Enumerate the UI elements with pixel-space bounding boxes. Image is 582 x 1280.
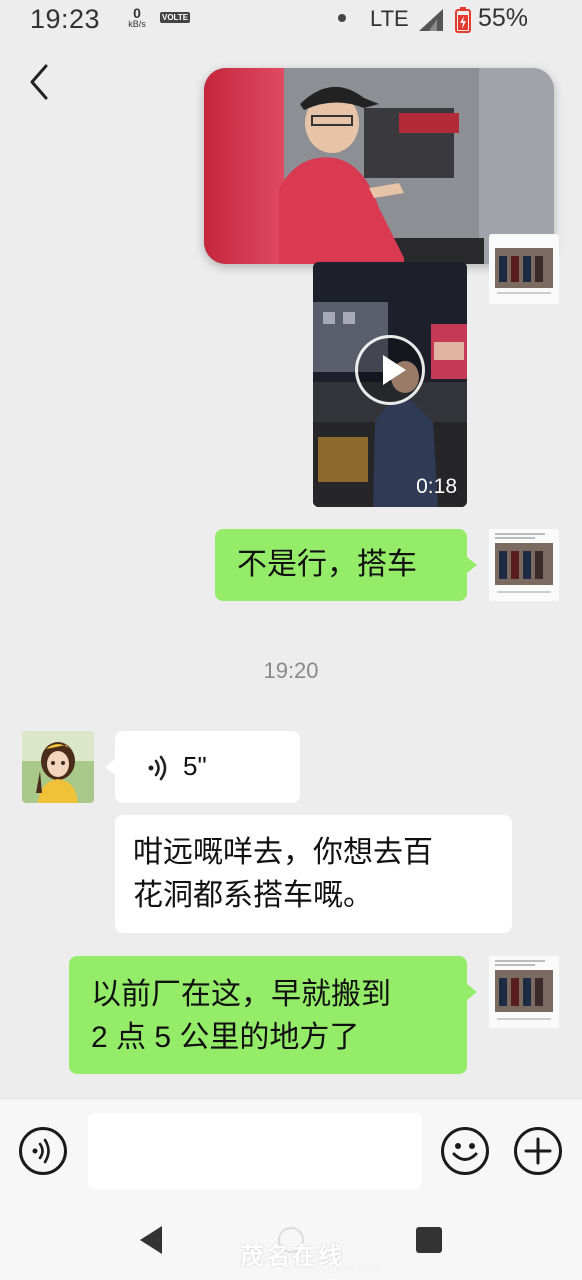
status-bar: 19:23 0 kB/s VOLTE LTE 55% xyxy=(0,0,582,42)
bubble-tail xyxy=(467,984,477,1000)
group-photo-avatar-icon xyxy=(489,234,559,304)
received-message-bubble[interactable]: 咁远嘅咩去，你想去百 花洞都系搭车嘅。 xyxy=(115,815,512,933)
voice-mode-button[interactable] xyxy=(19,1127,67,1175)
message-line: 2 点 5 公里的地方了 xyxy=(91,1021,360,1054)
message-line: 咁远嘅咩去，你想去百 xyxy=(133,836,433,869)
message-text: 不是行，搭车 xyxy=(237,548,417,581)
friend-avatar[interactable] xyxy=(22,731,94,803)
plus-icon xyxy=(524,1137,552,1165)
emoji-button[interactable] xyxy=(441,1127,489,1175)
group-photo-avatar-icon xyxy=(489,956,559,1028)
message-timestamp: 19:20 xyxy=(263,658,319,683)
network-type: LTE xyxy=(370,6,409,31)
my-avatar[interactable] xyxy=(489,234,559,304)
nav-recents-icon[interactable] xyxy=(415,1226,443,1254)
girl-avatar-icon xyxy=(22,731,94,803)
watermark-url: WWW.GDMM.COM xyxy=(283,1264,384,1275)
play-icon xyxy=(383,355,406,385)
status-time: 19:23 xyxy=(30,4,101,34)
net-speed-value: 0 xyxy=(133,5,141,21)
net-speed: 0 kB/s xyxy=(124,6,150,29)
battery-percent: 55% xyxy=(478,4,529,32)
more-button[interactable] xyxy=(514,1127,562,1175)
chat-input-bar xyxy=(0,1098,582,1204)
message-line: 花洞都系搭车嘅。 xyxy=(133,879,373,912)
sent-message-bubble[interactable]: 以前厂在这，早就搬到 2 点 5 公里的地方了 xyxy=(69,956,467,1074)
play-button[interactable] xyxy=(355,335,425,405)
back-arrow-icon[interactable] xyxy=(22,62,58,102)
message-input[interactable] xyxy=(88,1113,422,1189)
volte-badge: VOLTE xyxy=(160,12,191,23)
sent-message-bubble[interactable]: 不是行，搭车 xyxy=(215,529,467,601)
video-message[interactable]: 0:18 xyxy=(313,262,467,507)
voice-wave-icon xyxy=(148,755,167,781)
bubble-tail xyxy=(467,557,477,573)
nav-back-icon[interactable] xyxy=(136,1224,166,1256)
bubble-tail xyxy=(105,759,115,775)
battery-icon xyxy=(455,7,471,33)
voice-mode-icon xyxy=(32,1138,50,1164)
group-photo-avatar-icon xyxy=(489,529,559,601)
message-line: 以前厂在这，早就搬到 xyxy=(91,978,391,1011)
voice-duration: 5" xyxy=(183,751,207,781)
emoji-icon xyxy=(452,1143,478,1161)
my-avatar[interactable] xyxy=(489,956,559,1028)
voice-message-bubble[interactable]: 5" xyxy=(115,731,300,803)
notification-dot-icon xyxy=(338,14,346,22)
my-avatar[interactable] xyxy=(489,529,559,601)
signal-icon xyxy=(419,9,443,31)
system-navigation-bar: 茂名在线 WWW.GDMM.COM xyxy=(0,1204,582,1280)
video-duration: 0:18 xyxy=(416,475,457,498)
net-speed-unit: kB/s xyxy=(128,19,146,29)
